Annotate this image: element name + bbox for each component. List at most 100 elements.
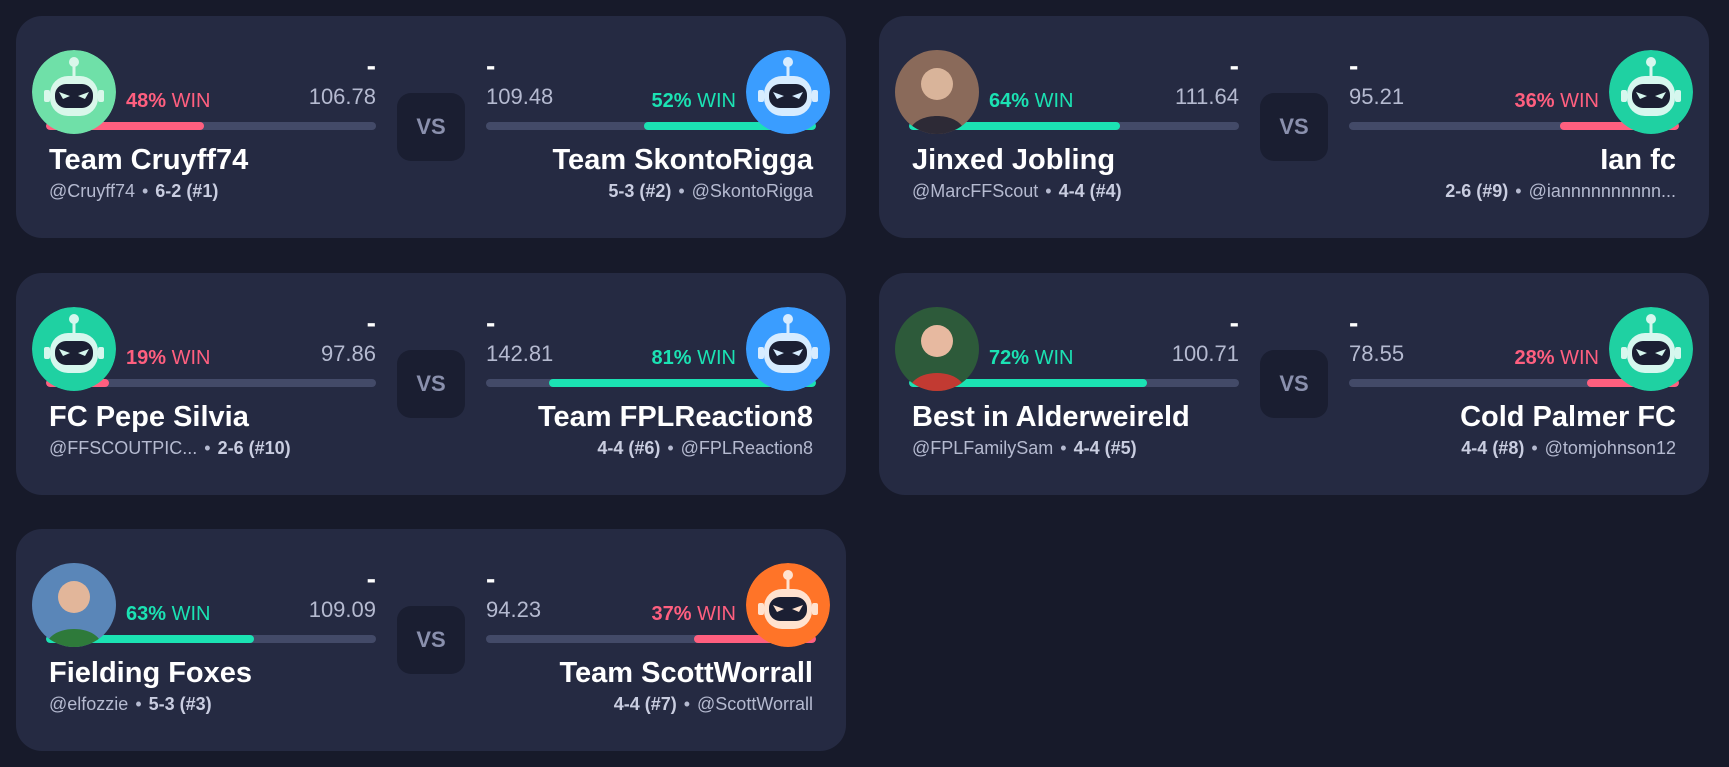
separator-dot: • (1515, 181, 1522, 201)
win-label: WIN (1560, 90, 1599, 112)
team-name[interactable]: Team SkontoRigga (553, 146, 814, 175)
avatar[interactable] (895, 307, 979, 391)
user-handle[interactable]: @FPLReaction8 (681, 438, 813, 458)
team-name[interactable]: Team ScottWorrall (559, 659, 813, 688)
team-right: - 109.48 52% WIN Team SkontoRigga 5-3 (#2) • @… (486, 16, 846, 238)
robot-orange-icon[interactable] (746, 563, 830, 647)
team-meta: 4-4 (#7) • @ScottWorrall (614, 695, 813, 713)
win-probability: 37% WIN (652, 604, 736, 624)
team-name[interactable]: Jinxed Jobling (912, 146, 1115, 175)
team-meta: @FFSCOUTPIC... • 2-6 (#10) (49, 439, 291, 457)
win-percent: 19% (126, 347, 167, 369)
win-percent: 48% (126, 90, 167, 112)
team-name[interactable]: Ian fc (1600, 146, 1676, 175)
user-handle[interactable]: @SkontoRigga (692, 181, 813, 201)
team-left: - 97.86 19% WIN FC Pepe Silvia @FFSCOUTPIC..… (16, 273, 376, 495)
team-meta: 4-4 (#8) • @tomjohnson12 (1461, 439, 1676, 457)
avatar[interactable] (32, 563, 116, 647)
record: 4-4 (#8) (1461, 438, 1525, 458)
live-score: - (366, 50, 376, 81)
projected-points: 100.71 (1171, 341, 1239, 366)
win-label: WIN (171, 347, 211, 369)
matchup-card[interactable]: - 109.09 63% WIN Fielding Foxes @elfozzie • 5-… (16, 529, 846, 751)
robot-blue-icon[interactable] (746, 307, 830, 391)
live-score: - (1349, 307, 1359, 338)
matchup-card[interactable]: - 111.64 64% WIN Jinxed Jobling @MarcFFScout… (879, 16, 1709, 238)
matchup-card[interactable]: - 106.78 48% WIN Team Cruyff74 @Cruyff74 • 6-2… (16, 16, 846, 238)
user-handle[interactable]: @FPLFamilySam (912, 438, 1053, 458)
team-name[interactable]: Fielding Foxes (49, 659, 252, 688)
projected-points: 106.78 (308, 84, 376, 109)
projected-points: 109.48 (486, 84, 554, 109)
separator-dot: • (1531, 438, 1538, 458)
team-meta: @FPLFamilySam • 4-4 (#5) (912, 439, 1137, 457)
win-probability: 72% WIN (989, 348, 1073, 368)
record: 4-4 (#5) (1073, 438, 1137, 458)
user-handle[interactable]: @Cruyff74 (49, 181, 135, 201)
projected-points: 109.09 (308, 597, 376, 622)
robot-green-icon[interactable] (32, 50, 116, 134)
win-label: WIN (697, 603, 736, 625)
separator-dot: • (204, 438, 211, 458)
vs-badge: VS (397, 606, 465, 674)
vs-badge: VS (1260, 93, 1328, 161)
user-handle[interactable]: @MarcFFScout (912, 181, 1038, 201)
record: 4-4 (#6) (597, 438, 661, 458)
live-score: - (486, 50, 496, 81)
team-meta: @MarcFFScout • 4-4 (#4) (912, 182, 1122, 200)
win-label: WIN (697, 347, 736, 369)
record: 2-6 (#10) (217, 438, 291, 458)
team-meta: 4-4 (#6) • @FPLReaction8 (597, 439, 813, 457)
separator-dot: • (667, 438, 674, 458)
win-label: WIN (171, 603, 211, 625)
avatar[interactable] (895, 50, 979, 134)
win-percent: 63% (126, 603, 167, 625)
team-name[interactable]: Best in Alderweireld (912, 403, 1190, 432)
win-probability: 64% WIN (989, 91, 1073, 111)
projected-points: 142.81 (486, 341, 554, 366)
robot-blue-icon[interactable] (746, 50, 830, 134)
matchup-card[interactable]: - 97.86 19% WIN FC Pepe Silvia @FFSCOUTPIC..… (16, 273, 846, 495)
win-percent: 28% (1514, 347, 1555, 369)
win-probability: 28% WIN (1515, 348, 1599, 368)
user-handle[interactable]: @iannnnnnnnnn... (1529, 181, 1676, 201)
win-label: WIN (1560, 347, 1599, 369)
team-left: - 109.09 63% WIN Fielding Foxes @elfozzie • 5-… (16, 529, 376, 751)
record: 4-4 (#4) (1058, 181, 1122, 201)
separator-dot: • (141, 181, 149, 201)
live-score: - (1349, 50, 1359, 81)
live-score: - (1229, 307, 1239, 338)
user-handle[interactable]: @elfozzie (49, 694, 128, 714)
projected-points: 111.64 (1174, 84, 1239, 109)
win-label: WIN (171, 90, 211, 112)
record: 5-3 (#3) (148, 694, 212, 714)
team-right: - 78.55 28% WIN Cold Palmer FC 4-4 (#8) • @tom… (1349, 273, 1709, 495)
live-score: - (1229, 50, 1239, 81)
team-name[interactable]: Team FPLReaction8 (538, 403, 813, 432)
record: 2-6 (#9) (1445, 181, 1509, 201)
robot-teal-icon[interactable] (1609, 307, 1693, 391)
separator-dot: • (678, 181, 685, 201)
team-right: - 95.21 36% WIN Ian fc 2-6 (#9) • @iannnnnnnnn… (1349, 16, 1709, 238)
team-name[interactable]: Cold Palmer FC (1460, 403, 1676, 432)
win-label: WIN (1034, 90, 1074, 112)
record: 5-3 (#2) (608, 181, 672, 201)
robot-teal-icon[interactable] (1609, 50, 1693, 134)
robot-teal-icon[interactable] (32, 307, 116, 391)
live-score: - (486, 307, 496, 338)
team-left: - 100.71 72% WIN Best in Alderweireld @FPLFa… (879, 273, 1239, 495)
team-left: - 106.78 48% WIN Team Cruyff74 @Cruyff74 • 6-2… (16, 16, 376, 238)
team-meta: @Cruyff74 • 6-2 (#1) (49, 182, 218, 200)
team-name[interactable]: FC Pepe Silvia (49, 403, 249, 432)
matchup-card[interactable]: - 100.71 72% WIN Best in Alderweireld @FPLFa… (879, 273, 1709, 495)
separator-dot: • (135, 694, 142, 714)
win-probability: 19% WIN (126, 348, 210, 368)
user-handle[interactable]: @ScottWorrall (697, 694, 813, 714)
projected-points: 94.23 (486, 597, 542, 622)
vs-badge: VS (397, 93, 465, 161)
user-handle[interactable]: @FFSCOUTPIC... (49, 438, 197, 458)
team-name[interactable]: Team Cruyff74 (49, 146, 248, 175)
live-score: - (366, 563, 376, 594)
win-percent: 52% (651, 90, 692, 112)
user-handle[interactable]: @tomjohnson12 (1545, 438, 1676, 458)
